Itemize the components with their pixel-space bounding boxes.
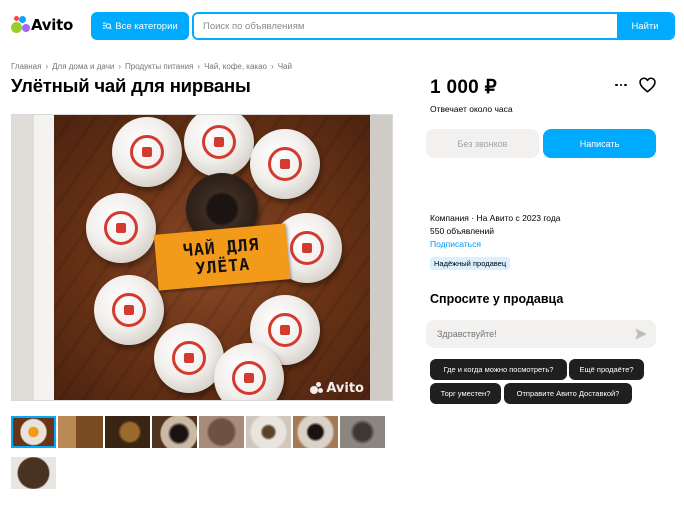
watermark-text: Avito: [326, 381, 364, 396]
gallery-prev-edge-light: [34, 115, 54, 400]
avito-logo-icon: [11, 16, 30, 34]
logo-text: Avito: [31, 16, 73, 34]
ask-seller-input[interactable]: [426, 329, 634, 339]
thumbnail[interactable]: [11, 416, 56, 448]
thumbnail[interactable]: [152, 416, 197, 448]
thumbnail[interactable]: [11, 457, 56, 489]
breadcrumb-food[interactable]: Продукты питания: [125, 62, 193, 71]
all-categories-button[interactable]: Все категории: [91, 12, 189, 40]
thumbnail[interactable]: [246, 416, 291, 448]
photo-gallery[interactable]: ЧАЙ ДЛЯ УЛЁТА Avito: [11, 114, 393, 401]
breadcrumb-tea[interactable]: Чай: [278, 62, 292, 71]
all-categories-label: Все категории: [115, 20, 178, 32]
tea-ball: [86, 193, 156, 263]
chevron-right-icon: ›: [45, 62, 49, 71]
quick-question-chip[interactable]: Где и когда можно посмотреть?: [430, 359, 567, 380]
quick-question-chip[interactable]: Отправите Авито Доставкой?: [504, 383, 632, 404]
search-icon: [103, 22, 113, 30]
tea-ball: [94, 275, 164, 345]
chevron-right-icon: ›: [118, 62, 121, 71]
ask-seller-field: [426, 320, 656, 348]
listing-title: Улётный чай для нирваны: [11, 75, 251, 96]
search-bar: Найти: [192, 12, 675, 40]
write-message-button[interactable]: Написать: [543, 129, 656, 158]
ask-seller-title: Спросите у продавца: [430, 292, 564, 306]
tea-ball: [112, 117, 182, 187]
more-icon[interactable]: [613, 78, 629, 92]
response-time: Отвечает около часа: [430, 104, 513, 114]
quick-question-chip[interactable]: Ещё продаёте?: [569, 359, 644, 380]
main-photo[interactable]: ЧАЙ ДЛЯ УЛЁТА Avito: [54, 115, 372, 400]
reliable-seller-badge: Надёжный продавец: [430, 257, 511, 270]
subscribe-link[interactable]: Подписаться: [430, 239, 481, 249]
banner-line-2: УЛЁТА: [194, 254, 251, 279]
quick-question-chip[interactable]: Торг уместен?: [430, 383, 501, 404]
seller-listings-count[interactable]: 550 объявлений: [430, 226, 494, 236]
avito-watermark: Avito: [310, 381, 364, 396]
avito-logo-icon: [310, 382, 324, 395]
send-icon[interactable]: [634, 327, 648, 341]
breadcrumb: Главная › Для дома и дачи › Продукты пит…: [11, 62, 292, 71]
image-banner: ЧАЙ ДЛЯ УЛЁТА: [153, 223, 291, 291]
gallery-prev-edge[interactable]: [12, 115, 34, 400]
heart-icon[interactable]: [639, 77, 656, 93]
search-input[interactable]: [194, 14, 617, 38]
price: 1 000 ₽: [430, 77, 498, 98]
tea-ball: [250, 129, 320, 199]
thumbnail[interactable]: [199, 416, 244, 448]
avito-logo[interactable]: Avito: [11, 16, 73, 34]
search-button[interactable]: Найти: [617, 14, 673, 38]
chevron-right-icon: ›: [271, 62, 274, 71]
breadcrumb-home[interactable]: Главная: [11, 62, 41, 71]
thumbnail[interactable]: [105, 416, 150, 448]
chevron-right-icon: ›: [197, 62, 201, 71]
thumbnail[interactable]: [340, 416, 385, 448]
seller-info[interactable]: Компания · На Авито с 2023 года: [430, 213, 561, 223]
breadcrumb-home-garden[interactable]: Для дома и дачи: [52, 62, 114, 71]
thumbnail[interactable]: [58, 416, 103, 448]
gallery-next-edge[interactable]: [370, 115, 392, 400]
no-calls-button[interactable]: Без звонков: [426, 129, 539, 158]
breadcrumb-tea-coffee[interactable]: Чай, кофе, какао: [204, 62, 267, 71]
thumbnail[interactable]: [293, 416, 338, 448]
